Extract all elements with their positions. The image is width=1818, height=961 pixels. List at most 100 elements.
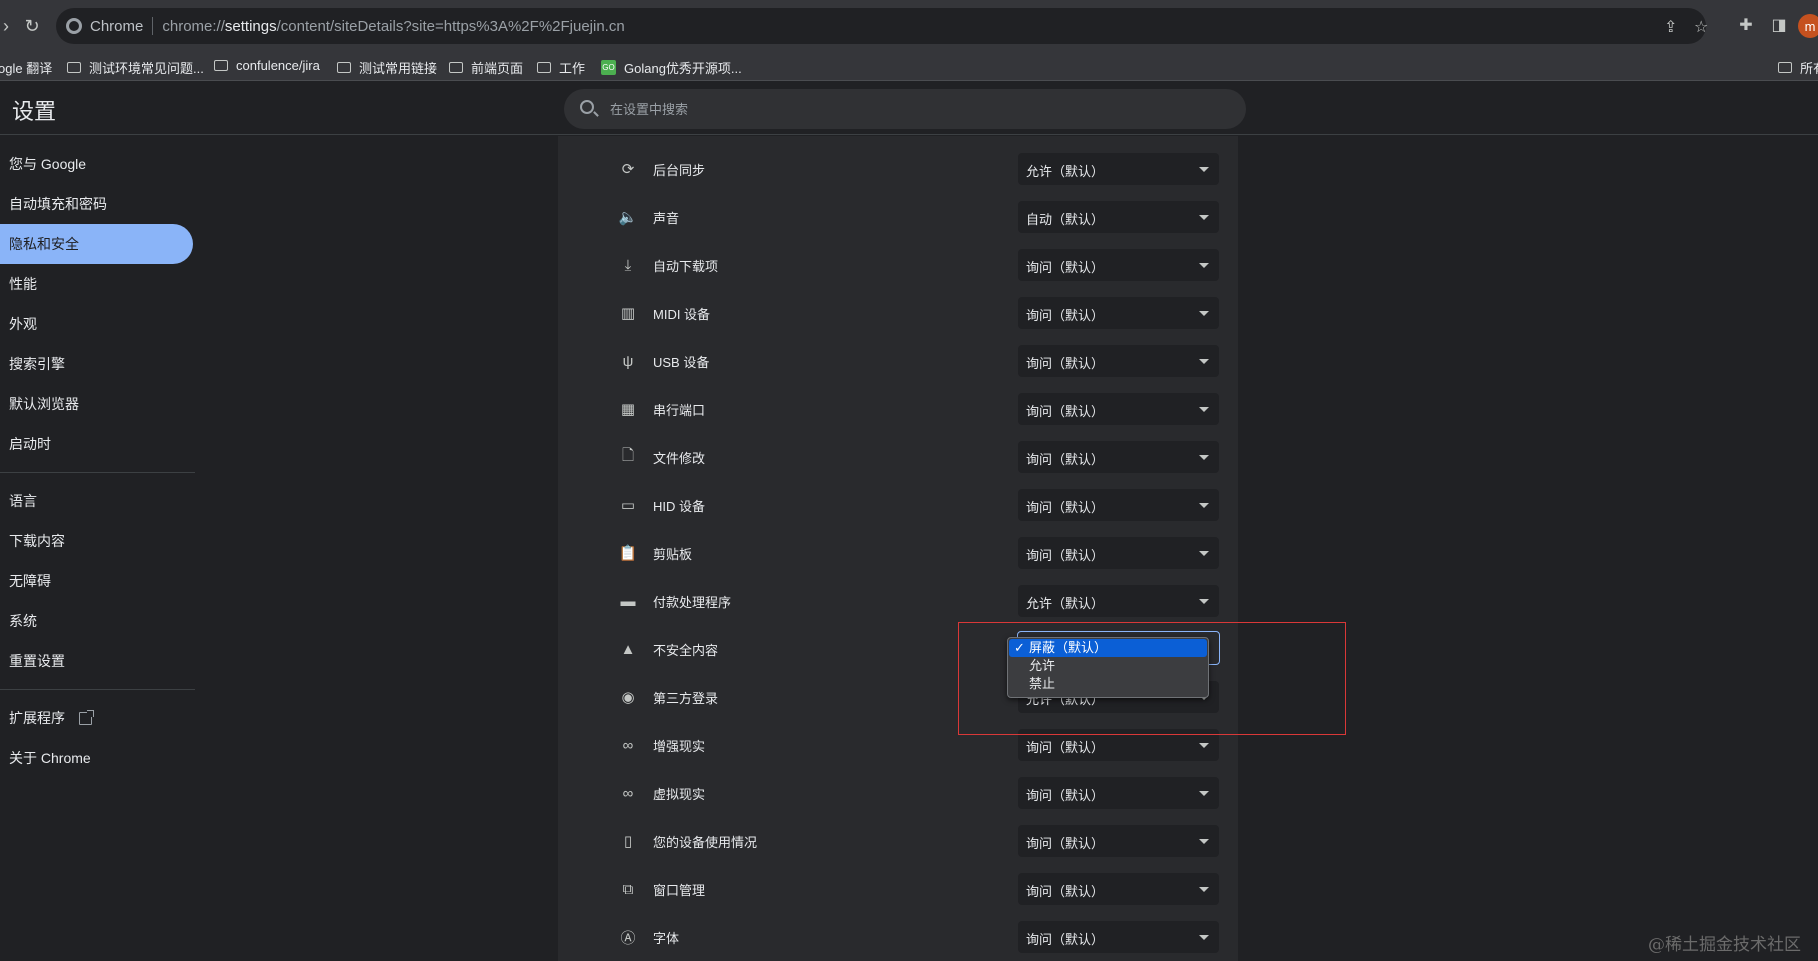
permission-select[interactable]: 询问（默认） — [1018, 777, 1219, 809]
permission-label: 声音 — [653, 211, 680, 226]
folder-icon — [1778, 62, 1792, 73]
permission-label: 窗口管理 — [653, 883, 706, 898]
sidebar-item-default-browser[interactable]: 默认浏览器 — [0, 384, 193, 424]
extensions-puzzle-icon[interactable]: ✚ — [1735, 14, 1757, 36]
serial-port-icon: ▦ — [620, 401, 636, 418]
folder-icon — [214, 60, 228, 71]
permission-label: 第三方登录 — [653, 691, 719, 706]
permission-row-file-editing: 🗋 文件修改 询问（默认） — [558, 433, 1238, 481]
share-icon[interactable]: ⇪ — [1664, 17, 1677, 37]
permission-value: 询问（默认） — [1026, 260, 1105, 275]
permission-value: 询问（默认） — [1026, 308, 1105, 323]
folder-icon — [449, 62, 463, 73]
dropdown-caret-icon — [1199, 215, 1209, 220]
permission-row-background-sync: ⟳ 后台同步 允许（默认） — [558, 145, 1238, 193]
sidebar-item-appearance[interactable]: 外观 — [0, 304, 193, 344]
permission-select[interactable]: 询问（默认） — [1018, 393, 1219, 425]
permission-select[interactable]: 允许（默认） — [1018, 153, 1219, 185]
gamepad-icon: ▭ — [620, 497, 636, 514]
sidebar-item-about-chrome[interactable]: 关于 Chrome — [0, 738, 193, 778]
forward-arrow-icon[interactable]: › — [0, 14, 18, 38]
golang-icon: GO — [601, 60, 616, 75]
url-text[interactable]: chrome://settings/content/siteDetails?si… — [162, 18, 624, 35]
bookmark-star-icon[interactable]: ☆ — [1694, 17, 1708, 37]
sidebar-item-languages[interactable]: 语言 — [0, 481, 193, 521]
dropdown-caret-icon — [1199, 551, 1209, 556]
bookmark-item[interactable]: ogle 翻译 — [0, 58, 52, 77]
clipboard-icon: 📋 — [618, 545, 638, 562]
dropdown-caret-icon — [1199, 359, 1209, 364]
bookmark-folder[interactable]: 所有 — [1778, 58, 1818, 77]
search-input[interactable] — [610, 89, 1210, 129]
sidebar-item-accessibility[interactable]: 无障碍 — [0, 561, 193, 601]
permission-label: 字体 — [653, 931, 680, 946]
sidebar-item-performance[interactable]: 性能 — [0, 264, 193, 304]
bookmark-folder[interactable]: 工作 — [537, 58, 585, 77]
permission-row-serial-port: ▦ 串行端口 询问（默认） — [558, 385, 1238, 433]
permission-select[interactable]: 询问（默认） — [1018, 297, 1219, 329]
sidebar-item-autofill[interactable]: 自动填充和密码 — [0, 184, 193, 224]
bookmark-folder[interactable]: 测试环境常见问题... — [67, 58, 204, 77]
dropdown-caret-icon — [1199, 455, 1209, 460]
sidebar-item-system[interactable]: 系统 — [0, 601, 193, 641]
permission-row-clipboard: 📋 剪贴板 询问（默认） — [558, 529, 1238, 577]
annotation-highlight-box — [958, 622, 1346, 735]
dropdown-caret-icon — [1199, 887, 1209, 892]
dropdown-caret-icon — [1199, 839, 1209, 844]
piano-icon: ▥ — [620, 305, 636, 322]
settings-search[interactable] — [564, 89, 1246, 129]
dropdown-caret-icon — [1199, 599, 1209, 604]
permission-row-fonts: Ⓐ 字体 询问（默认） — [558, 913, 1238, 961]
window-icon: ⧉ — [622, 880, 634, 898]
permission-select[interactable]: 询问（默认） — [1018, 537, 1219, 569]
dropdown-caret-icon — [1199, 791, 1209, 796]
sidebar-divider — [0, 689, 195, 690]
folder-icon — [537, 62, 551, 73]
bookmark-item[interactable]: GO Golang优秀开源项... — [601, 58, 742, 77]
site-name: Chrome — [90, 17, 144, 35]
permission-select[interactable]: 询问（默认） — [1018, 873, 1219, 905]
permission-label: 增强现实 — [653, 739, 706, 754]
permission-select[interactable]: 询问（默认） — [1018, 825, 1219, 857]
sidebar-item-extensions[interactable]: 扩展程序 — [0, 698, 193, 738]
permission-select[interactable]: 询问（默认） — [1018, 489, 1219, 521]
sidebar-item-privacy[interactable]: 隐私和安全 — [0, 224, 193, 264]
permission-label: MIDI 设备 — [653, 307, 711, 322]
reload-icon[interactable]: ↻ — [20, 14, 44, 38]
dropdown-caret-icon — [1199, 167, 1209, 172]
devices-icon: ▯ — [623, 833, 633, 850]
browser-toolbar: › ↻ Chrome chrome://settings/content/sit… — [0, 0, 1818, 52]
bookmark-folder[interactable]: 前端页面 — [449, 58, 523, 77]
dropdown-caret-icon — [1199, 311, 1209, 316]
permission-select[interactable]: 询问（默认） — [1018, 921, 1219, 953]
permission-row-sound: 🔈 声音 自动（默认） — [558, 193, 1238, 241]
permission-row-device-use: ▯ 您的设备使用情况 询问（默认） — [558, 817, 1238, 865]
sidebar-item-you-and-google[interactable]: 您与 Google — [0, 144, 193, 184]
sidebar-item-reset[interactable]: 重置设置 — [0, 641, 193, 681]
permission-select[interactable]: 询问（默认） — [1018, 345, 1219, 377]
sidebar-item-search-engine[interactable]: 搜索引擎 — [0, 344, 193, 384]
dropdown-caret-icon — [1199, 743, 1209, 748]
address-bar[interactable]: Chrome chrome://settings/content/siteDet… — [56, 8, 1708, 44]
permission-label: 后台同步 — [653, 163, 706, 178]
permission-label: 虚拟现实 — [653, 787, 706, 802]
permission-value: 询问（默认） — [1026, 500, 1105, 515]
permission-label: 串行端口 — [653, 403, 706, 418]
permission-select[interactable]: 询问（默认） — [1018, 249, 1219, 281]
permission-select[interactable]: 自动（默认） — [1018, 201, 1219, 233]
permission-select[interactable]: 询问（默认） — [1018, 441, 1219, 473]
folder-icon — [337, 62, 351, 73]
avatar[interactable]: m — [1798, 14, 1818, 38]
permission-label: 文件修改 — [653, 451, 706, 466]
permission-row-payment-handlers: ▬ 付款处理程序 允许（默认） — [558, 577, 1238, 625]
sidebar-item-on-startup[interactable]: 启动时 — [0, 424, 193, 464]
sidebar-item-downloads[interactable]: 下载内容 — [0, 521, 193, 561]
bookmark-folder[interactable]: confulence/jira — [214, 58, 320, 73]
side-panel-icon[interactable]: ◨ — [1768, 14, 1790, 36]
font-icon: Ⓐ — [620, 929, 636, 947]
usb-icon: ψ — [622, 352, 634, 370]
permission-row-window-management: ⧉ 窗口管理 询问（默认） — [558, 865, 1238, 913]
permission-value: 询问（默认） — [1026, 404, 1105, 419]
permission-select[interactable]: 允许（默认） — [1018, 585, 1219, 617]
bookmark-folder[interactable]: 测试常用链接 — [337, 58, 437, 77]
